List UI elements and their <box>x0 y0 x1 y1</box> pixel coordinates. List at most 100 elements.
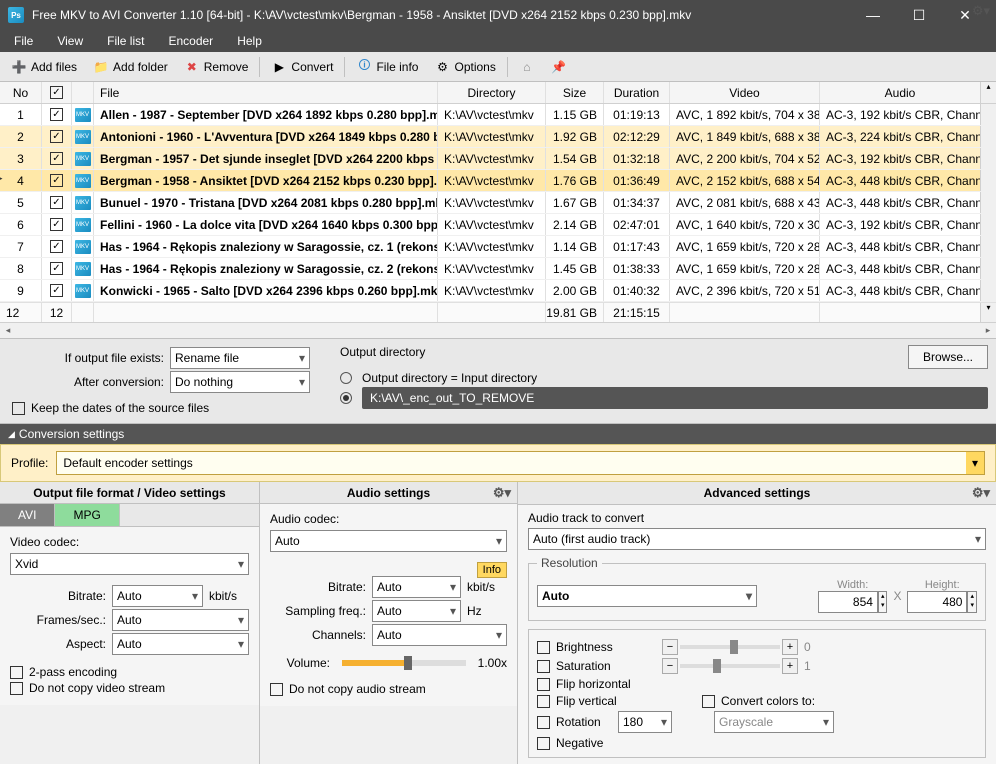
row-checkbox[interactable] <box>50 130 63 143</box>
tab-avi[interactable]: AVI <box>0 504 55 526</box>
pin-button[interactable]: 📌 <box>544 55 574 79</box>
menu-encoder[interactable]: Encoder <box>158 32 223 50</box>
table-row[interactable]: 8MKVHas - 1964 - Rękopis znaleziony w Sa… <box>0 258 996 280</box>
same-dir-radio[interactable] <box>340 372 352 384</box>
audio-codec-select[interactable]: Auto <box>270 530 507 552</box>
brightness-slider[interactable] <box>680 645 780 649</box>
convert-colors-checkbox[interactable] <box>702 695 715 708</box>
brightness-checkbox[interactable] <box>537 641 550 654</box>
channels-select[interactable]: Auto <box>372 624 507 646</box>
audio-bitrate-select[interactable]: Auto <box>372 576 461 598</box>
options-icon: ⚙ <box>434 59 450 75</box>
info-badge[interactable]: Info <box>477 562 507 578</box>
if-exists-label: If output file exists: <box>8 351 164 365</box>
h-scrollbar[interactable]: ◂▸ <box>0 322 996 338</box>
flip-h-checkbox[interactable] <box>537 678 550 691</box>
brightness-plus[interactable]: + <box>782 639 798 655</box>
audio-track-select[interactable]: Auto (first audio track) <box>528 528 986 550</box>
sampling-freq-select[interactable]: Auto <box>372 600 461 622</box>
col-file[interactable]: File <box>94 82 438 103</box>
remove-button[interactable]: ✖Remove <box>177 55 256 79</box>
tab-mpg[interactable]: MPG <box>55 504 119 526</box>
col-audio[interactable]: Audio <box>820 82 980 103</box>
no-copy-audio-checkbox[interactable] <box>270 683 283 696</box>
menu-filelist[interactable]: File list <box>97 32 154 50</box>
height-input[interactable]: 480 <box>907 591 967 613</box>
keep-dates-label: Keep the dates of the source files <box>31 401 209 415</box>
menu-view[interactable]: View <box>47 32 93 50</box>
no-copy-video-checkbox[interactable] <box>10 682 23 695</box>
fps-select[interactable]: Auto <box>112 609 249 631</box>
adv-gear-icon[interactable]: ⚙▾ <box>972 485 990 501</box>
flip-v-checkbox[interactable] <box>537 695 550 708</box>
video-gear-icon[interactable]: ⚙▾ <box>972 3 990 19</box>
row-checkbox[interactable] <box>50 152 63 165</box>
file-icon: MKV <box>75 284 91 298</box>
video-bitrate-select[interactable]: Auto <box>112 585 203 607</box>
table-row[interactable]: 3MKVBergman - 1957 - Det sjunde inseglet… <box>0 148 996 170</box>
browse-button[interactable]: Browse... <box>908 345 988 369</box>
col-no[interactable]: No <box>0 82 42 103</box>
negative-checkbox[interactable] <box>537 737 550 750</box>
width-input[interactable]: 854 <box>818 591 878 613</box>
saturation-plus[interactable]: + <box>782 658 798 674</box>
row-checkbox[interactable] <box>50 218 63 231</box>
table-row[interactable]: 5MKVBunuel - 1970 - Tristana [DVD x264 2… <box>0 192 996 214</box>
table-row[interactable]: 2MKVAntonioni - 1960 - L'Avventura [DVD … <box>0 126 996 148</box>
saturation-slider[interactable] <box>680 664 780 668</box>
file-info-button[interactable]: 🛈File info <box>349 55 425 79</box>
width-spinner[interactable]: ▴▾ <box>878 591 888 613</box>
after-conversion-select[interactable]: Do nothing <box>170 371 310 393</box>
menu-file[interactable]: File <box>4 32 43 50</box>
menu-help[interactable]: Help <box>227 32 272 50</box>
options-button[interactable]: ⚙Options <box>427 55 502 79</box>
if-exists-select[interactable]: Rename file <box>170 347 310 369</box>
home-button[interactable]: ⌂ <box>512 55 542 79</box>
col-size[interactable]: Size <box>546 82 604 103</box>
table-row[interactable]: 6MKVFellini - 1960 - La dolce vita [DVD … <box>0 214 996 236</box>
check-all[interactable] <box>50 86 63 99</box>
audio-gear-icon[interactable]: ⚙▾ <box>493 485 511 501</box>
table-row[interactable]: 1MKVAllen - 1987 - September [DVD x264 1… <box>0 104 996 126</box>
collapse-icon: ◢ <box>8 429 15 440</box>
brightness-minus[interactable]: − <box>662 639 678 655</box>
advanced-settings-header: Advanced settings⚙▾ <box>518 482 996 505</box>
profile-select[interactable]: Default encoder settings <box>56 451 985 475</box>
minimize-button[interactable]: — <box>850 0 896 30</box>
add-folder-button[interactable]: 📁Add folder <box>86 55 175 79</box>
table-row[interactable]: 7MKVHas - 1964 - Rękopis znaleziony w Sa… <box>0 236 996 258</box>
col-check[interactable] <box>42 82 72 103</box>
row-checkbox[interactable] <box>50 196 63 209</box>
table-row[interactable]: 9MKVKonwicki - 1965 - Salto [DVD x264 23… <box>0 280 996 302</box>
custom-dir-radio[interactable] <box>340 392 352 404</box>
video-codec-select[interactable]: Xvid <box>10 553 249 575</box>
col-directory[interactable]: Directory <box>438 82 546 103</box>
scroll-down[interactable]: ▾ <box>980 303 996 322</box>
row-checkbox[interactable] <box>50 108 63 121</box>
row-checkbox[interactable] <box>50 240 63 253</box>
scroll-up[interactable]: ▴ <box>980 82 996 103</box>
keep-dates-checkbox[interactable] <box>12 402 25 415</box>
volume-slider[interactable] <box>342 660 466 666</box>
output-dir-field[interactable]: K:\AV\_enc_out_TO_REMOVE <box>362 387 988 409</box>
col-video[interactable]: Video <box>670 82 820 103</box>
saturation-checkbox[interactable] <box>537 660 550 673</box>
row-checkbox[interactable] <box>50 174 63 187</box>
resolution-select[interactable]: Auto <box>537 585 757 607</box>
two-pass-checkbox[interactable] <box>10 666 23 679</box>
height-spinner[interactable]: ▴▾ <box>967 591 977 613</box>
table-row[interactable]: 4MKVBergman - 1958 - Ansiktet [DVD x264 … <box>0 170 996 192</box>
file-info-icon: 🛈 <box>356 59 372 75</box>
convert-button[interactable]: ▶Convert <box>264 55 340 79</box>
row-checkbox[interactable] <box>50 262 63 275</box>
aspect-select[interactable]: Auto <box>112 633 249 655</box>
saturation-minus[interactable]: − <box>662 658 678 674</box>
row-checkbox[interactable] <box>50 284 63 297</box>
add-files-button[interactable]: ➕Add files <box>4 55 84 79</box>
rotation-checkbox[interactable] <box>537 716 550 729</box>
col-duration[interactable]: Duration <box>604 82 670 103</box>
maximize-button[interactable]: ☐ <box>896 0 942 30</box>
rotation-select[interactable]: 180 <box>618 711 672 733</box>
grayscale-select[interactable]: Grayscale <box>714 711 834 733</box>
conversion-settings-header[interactable]: ◢ Conversion settings <box>0 424 996 444</box>
